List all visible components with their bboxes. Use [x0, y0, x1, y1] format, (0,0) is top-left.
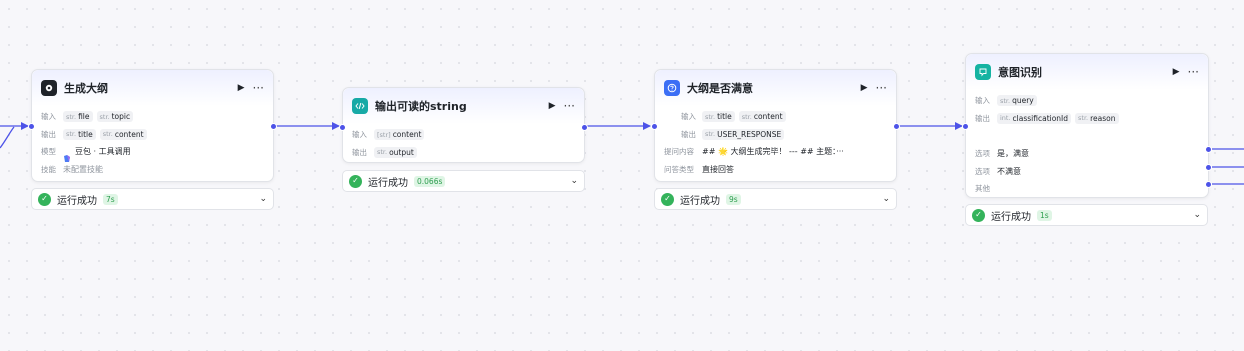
run-status-bar[interactable]: ✓ 运行成功 7s ⌄ — [31, 188, 274, 210]
param-tag: int. classificationId — [997, 112, 1072, 124]
skill-value: 未配置技能 — [63, 164, 103, 174]
node-generate-outline[interactable]: 生成大纲 ▶ ··· 输入 str. file str. topic 输出 str.… — [28, 69, 277, 182]
intent-other-row: 其他 — [975, 184, 990, 194]
more-icon[interactable]: ··· — [564, 100, 575, 112]
intent-option-row: 选项 不满意 — [975, 166, 1021, 176]
doubao-model-icon — [63, 148, 71, 162]
input-handle[interactable] — [28, 123, 35, 130]
param-tag: str. topic — [96, 111, 134, 123]
option-handle[interactable] — [1205, 164, 1212, 171]
skill-row: 技能 未配置技能 — [41, 164, 103, 174]
output-row: 输出 int. classificationId str. reason — [975, 110, 1199, 128]
intent-icon — [975, 64, 991, 80]
play-icon[interactable]: ▶ — [549, 101, 556, 111]
param-tag: str. output — [374, 146, 417, 158]
output-handle[interactable] — [270, 123, 277, 130]
chevron-down-icon[interactable]: ⌄ — [259, 194, 267, 204]
chevron-down-icon[interactable]: ⌄ — [570, 176, 578, 186]
param-tag: str. query — [997, 95, 1037, 107]
code-icon — [352, 98, 368, 114]
model-name: 豆包 · 工具调用 — [75, 147, 131, 157]
chevron-down-icon[interactable]: ⌄ — [1193, 210, 1201, 220]
input-handle[interactable] — [339, 124, 346, 131]
intent-option-row: 选项 是，满意 — [975, 149, 1029, 159]
param-tag: [str] content — [374, 129, 425, 141]
answer-type-value: 直接回答 — [702, 164, 734, 174]
output-handle[interactable] — [893, 123, 900, 130]
answer-type-row: 问答类型 直接回答 — [664, 164, 734, 174]
param-tag: str. reason — [1075, 112, 1119, 124]
edge-incoming-curve[interactable] — [0, 126, 15, 149]
play-icon[interactable]: ▶ — [238, 83, 245, 93]
node-output-readable-string[interactable]: 输出可读的string ▶ ··· 输入 [str] content 输出 str… — [339, 87, 588, 163]
output-row: 输出 str. output — [352, 144, 575, 162]
node-title: 意图识别 — [998, 66, 1042, 79]
more-icon[interactable]: ··· — [876, 82, 887, 94]
run-status-bar[interactable]: ✓ 运行成功 1s ⌄ — [965, 204, 1208, 226]
status-text: 运行成功 — [991, 211, 1031, 223]
node-header[interactable]: 大纲是否满意 ▶ ··· — [655, 70, 896, 106]
input-handle[interactable] — [962, 123, 969, 130]
input-row: 输入 str. file str. topic — [41, 108, 264, 126]
input-row: 输入 [str] content — [352, 126, 575, 144]
param-tag: str. USER_RESPONSE — [702, 128, 785, 140]
input-handle[interactable] — [651, 123, 658, 130]
output-row: 输出 str. USER_RESPONSE — [664, 126, 887, 144]
output-row: 输出 str. title str. content — [41, 126, 264, 144]
ask-content-row: 提问内容 ## 🌟 大纲生成完毕！ --- ## 主题：··· — [664, 147, 844, 157]
success-check-icon: ✓ — [349, 174, 362, 188]
node-header[interactable]: 生成大纲 ▶ ··· — [32, 70, 273, 106]
node-header[interactable]: 输出可读的string ▶ ··· — [343, 88, 584, 124]
node-title: 大纲是否满意 — [687, 82, 753, 95]
play-icon[interactable]: ▶ — [861, 83, 868, 93]
intent-option-text: 不满意 — [997, 166, 1021, 176]
output-handle[interactable] — [581, 124, 588, 131]
status-text: 运行成功 — [368, 177, 408, 189]
param-tag: str. file — [63, 111, 93, 123]
success-check-icon: ✓ — [661, 192, 674, 206]
duration-badge: 1s — [1037, 209, 1052, 221]
option-handle[interactable] — [1205, 146, 1212, 153]
input-row: 输入 str. title str. content — [664, 108, 887, 126]
intent-option-text: 是，满意 — [997, 149, 1029, 159]
play-icon[interactable]: ▶ — [1173, 67, 1180, 77]
duration-badge: 0.066s — [414, 175, 446, 187]
node-intent-recognition[interactable]: 意图识别 ▶ ··· 输入 str. query 输出 int. classific… — [962, 53, 1212, 198]
param-tag: str. content — [738, 111, 786, 123]
more-icon[interactable]: ··· — [253, 82, 264, 94]
other-handle[interactable] — [1205, 181, 1212, 188]
param-tag: str. title — [702, 111, 735, 123]
workflow-canvas[interactable]: 生成大纲 ▶ ··· 输入 str. file str. topic 输出 str.… — [0, 0, 1244, 351]
node-title: 输出可读的string — [375, 100, 467, 113]
node-title: 生成大纲 — [64, 82, 108, 95]
duration-badge: 9s — [726, 193, 741, 205]
run-status-bar[interactable]: ✓ 运行成功 0.066s ⌄ — [342, 170, 585, 192]
node-header[interactable]: 意图识别 ▶ ··· — [966, 54, 1208, 90]
success-check-icon: ✓ — [972, 208, 985, 222]
question-icon — [664, 80, 680, 96]
duration-badge: 7s — [103, 193, 118, 205]
run-status-bar[interactable]: ✓ 运行成功 9s ⌄ — [654, 188, 897, 210]
model-row: 模型 豆包 · 工具调用 — [41, 143, 264, 162]
status-text: 运行成功 — [57, 195, 97, 207]
llm-icon — [41, 80, 57, 96]
param-tag: str. content — [99, 128, 147, 140]
chevron-down-icon[interactable]: ⌄ — [882, 194, 890, 204]
node-outline-satisfied-question[interactable]: 大纲是否满意 ▶ ··· 输入 str. title str. content 输出… — [651, 69, 900, 182]
status-text: 运行成功 — [680, 195, 720, 207]
more-icon[interactable]: ··· — [1188, 66, 1199, 78]
input-row: 输入 str. query — [975, 92, 1199, 110]
param-tag: str. title — [63, 128, 96, 140]
ask-content-text: ## 🌟 大纲生成完毕！ --- ## 主题：··· — [702, 147, 844, 157]
success-check-icon: ✓ — [38, 192, 51, 206]
